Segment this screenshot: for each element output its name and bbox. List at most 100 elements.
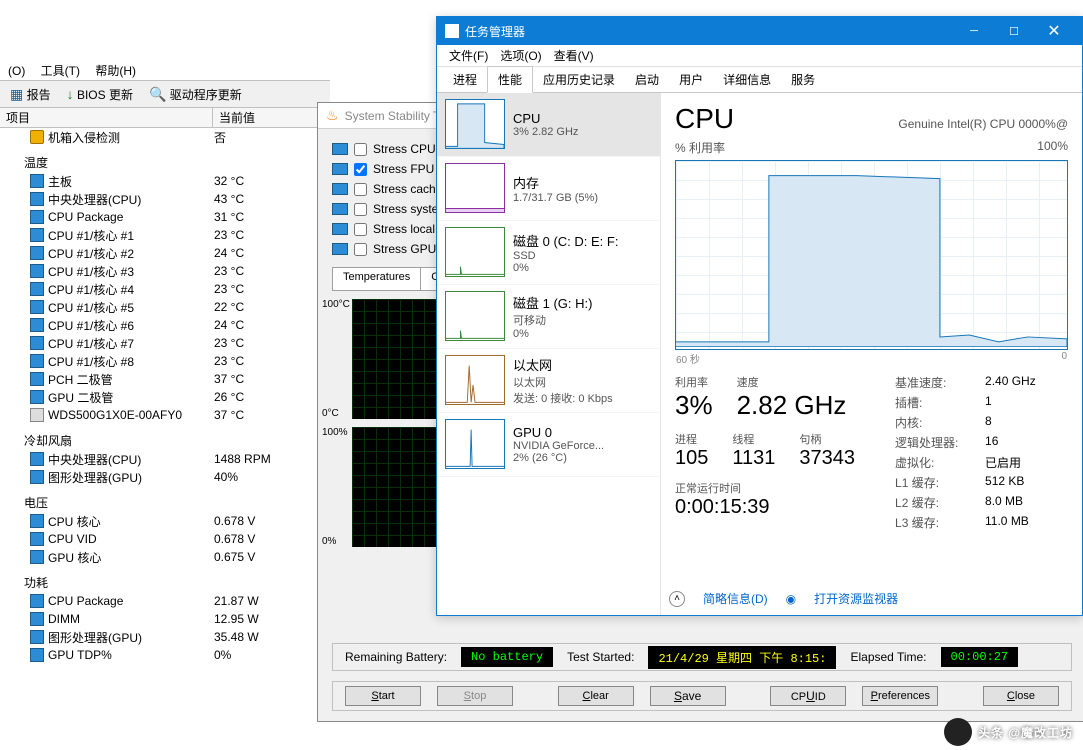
tab-users[interactable]: 用户 xyxy=(669,67,713,92)
menu-options[interactable]: 选项(O) xyxy=(496,45,545,66)
volt-row[interactable]: GPU 核心0.675 V xyxy=(0,548,330,566)
tm-titlebar[interactable]: 任务管理器 ─ ☐ ✕ xyxy=(437,17,1082,45)
stress-checkbox[interactable] xyxy=(354,183,367,196)
temp-row[interactable]: PCH 二极管37 °C xyxy=(0,370,330,388)
column-item[interactable]: 项目 xyxy=(0,108,213,127)
driver-update-button[interactable]: 🔍 驱动程序更新 xyxy=(149,86,242,103)
temp-row[interactable]: CPU #1/核心 #323 °C xyxy=(0,262,330,280)
temp-row[interactable]: CPU #1/核心 #723 °C xyxy=(0,334,330,352)
category-fans[interactable]: 冷却风扇 xyxy=(0,430,330,450)
category-label: 电压 xyxy=(24,494,48,511)
sensor-label: PCH 二极管 xyxy=(48,371,113,388)
sensor-label: CPU VID xyxy=(48,532,97,546)
menu-file[interactable]: 文件(F) xyxy=(445,45,492,66)
virtualization-label: 虚拟化: xyxy=(895,454,965,471)
sensor-value: 0% xyxy=(214,648,231,662)
sidebar-item-disk1[interactable]: 磁盘 1 (G: H:)可移动0% xyxy=(437,285,660,349)
maximize-button[interactable]: ☐ xyxy=(994,17,1034,45)
stress-checkbox[interactable] xyxy=(354,203,367,216)
menu-view[interactable]: 查看(V) xyxy=(550,45,598,66)
open-resmon-link[interactable]: 打开资源监视器 xyxy=(814,590,898,607)
sensor-icon xyxy=(30,594,44,608)
tab-temperatures[interactable]: Temperatures xyxy=(332,268,421,291)
intrusion-row[interactable]: 机箱入侵检测否 xyxy=(0,128,330,146)
temp-row[interactable]: CPU #1/核心 #224 °C xyxy=(0,244,330,262)
window-close-button[interactable]: ✕ xyxy=(1034,17,1074,45)
temp-row[interactable]: CPU #1/核心 #624 °C xyxy=(0,316,330,334)
stress-checkbox[interactable] xyxy=(354,243,367,256)
temp-row[interactable]: 主板32 °C xyxy=(0,172,330,190)
minimize-button[interactable]: ─ xyxy=(954,17,994,45)
stress-checkbox[interactable] xyxy=(354,223,367,236)
menu-other[interactable]: (O) xyxy=(8,64,25,78)
sensor-icon xyxy=(30,372,44,386)
sidebar-item-gpu[interactable]: GPU 0NVIDIA GeForce...2% (26 °C) xyxy=(437,413,660,477)
bios-update-button[interactable]: ↓ BIOS 更新 xyxy=(67,86,133,103)
sidebar-item-title: GPU 0 xyxy=(513,425,604,440)
tab-details[interactable]: 详细信息 xyxy=(713,67,781,92)
sensor-label: CPU 核心 xyxy=(48,513,101,530)
clear-button[interactable]: Clear xyxy=(558,686,634,706)
start-button[interactable]: Start xyxy=(345,686,421,706)
category-temperature[interactable]: 温度 xyxy=(0,152,330,172)
stress-checkbox[interactable] xyxy=(354,163,367,176)
power-row[interactable]: 图形处理器(GPU)35.48 W xyxy=(0,628,330,646)
menu-help[interactable]: 帮助(H) xyxy=(95,64,136,78)
fan-row[interactable]: 图形处理器(GPU)40% xyxy=(0,468,330,486)
tab-startup[interactable]: 启动 xyxy=(625,67,669,92)
sensor-label: 机箱入侵检测 xyxy=(48,129,120,146)
column-value[interactable]: 当前值 xyxy=(213,108,330,127)
sensor-label: 中央处理器(CPU) xyxy=(48,451,141,468)
stress-checkbox[interactable] xyxy=(354,143,367,156)
elapsed-time-value: 00:00:27 xyxy=(941,647,1019,667)
l2-cache-label: L2 缓存: xyxy=(895,494,965,511)
close-button[interactable]: Close xyxy=(983,686,1059,706)
sensor-icon xyxy=(30,470,44,484)
sensor-icon xyxy=(30,514,44,528)
volt-row[interactable]: CPU 核心0.678 V xyxy=(0,512,330,530)
sensor-icon xyxy=(30,408,44,422)
sidebar-item-cpu[interactable]: CPU3% 2.82 GHz xyxy=(437,93,660,157)
brief-info-link[interactable]: 简略信息(D) xyxy=(703,590,768,607)
perf-main: CPU Genuine Intel(R) CPU 0000%@ % 利用率 10… xyxy=(661,93,1082,615)
cpuid-button[interactable]: CPUID xyxy=(770,686,846,706)
temp-row[interactable]: CPU #1/核心 #423 °C xyxy=(0,280,330,298)
menu-tools[interactable]: 工具(T) xyxy=(41,64,80,78)
temp-row[interactable]: CPU #1/核心 #522 °C xyxy=(0,298,330,316)
sensor-value: 23 °C xyxy=(214,336,244,350)
sensor-value: 0.675 V xyxy=(214,550,255,564)
temp-row[interactable]: GPU 二极管26 °C xyxy=(0,388,330,406)
temp-row[interactable]: CPU #1/核心 #123 °C xyxy=(0,226,330,244)
category-power[interactable]: 功耗 xyxy=(0,572,330,592)
power-row[interactable]: CPU Package21.87 W xyxy=(0,592,330,610)
temp-row[interactable]: 中央处理器(CPU)43 °C xyxy=(0,190,330,208)
watermark: 头条 @魔改工坊 xyxy=(944,718,1073,746)
stop-button[interactable]: Stop xyxy=(437,686,513,706)
preferences-button[interactable]: Preferences xyxy=(862,686,938,706)
tab-processes[interactable]: 进程 xyxy=(443,67,487,92)
sidebar-item-eth[interactable]: 以太网以太网发送: 0 接收: 0 Kbps xyxy=(437,349,660,413)
sensor-label: 图形处理器(GPU) xyxy=(48,469,142,486)
fan-row[interactable]: 中央处理器(CPU)1488 RPM xyxy=(0,450,330,468)
category-voltage[interactable]: 电压 xyxy=(0,492,330,512)
temp-row[interactable]: CPU #1/核心 #823 °C xyxy=(0,352,330,370)
sidebar-item-mem[interactable]: 内存1.7/31.7 GB (5%) xyxy=(437,157,660,221)
task-manager-window: 任务管理器 ─ ☐ ✕ 文件(F) 选项(O) 查看(V) 进程 性能 应用历史… xyxy=(436,16,1083,616)
logical-processors-label: 逻辑处理器: xyxy=(895,434,965,451)
save-button[interactable]: Save xyxy=(650,686,726,706)
tab-services[interactable]: 服务 xyxy=(781,67,825,92)
chevron-up-icon[interactable]: ˄ xyxy=(669,591,685,607)
hwinfo-toolbar: ▦ 报告 ↓ BIOS 更新 🔍 驱动程序更新 xyxy=(0,80,330,108)
elapsed-time-label: Elapsed Time: xyxy=(850,650,926,664)
tab-app-history[interactable]: 应用历史记录 xyxy=(533,67,625,92)
cpu-graph[interactable]: 60 秒 0 xyxy=(675,160,1068,350)
volt-row[interactable]: CPU VID0.678 V xyxy=(0,530,330,548)
temp-row[interactable]: CPU Package31 °C xyxy=(0,208,330,226)
report-button[interactable]: ▦ 报告 xyxy=(10,86,51,103)
flame-icon: ♨ xyxy=(326,107,339,124)
power-row[interactable]: DIMM12.95 W xyxy=(0,610,330,628)
tab-performance[interactable]: 性能 xyxy=(487,66,533,93)
sidebar-item-disk0[interactable]: 磁盘 0 (C: D: E: F:SSD0% xyxy=(437,221,660,285)
temp-row[interactable]: WDS500G1X0E-00AFY037 °C xyxy=(0,406,330,424)
power-row[interactable]: GPU TDP%0% xyxy=(0,646,330,664)
